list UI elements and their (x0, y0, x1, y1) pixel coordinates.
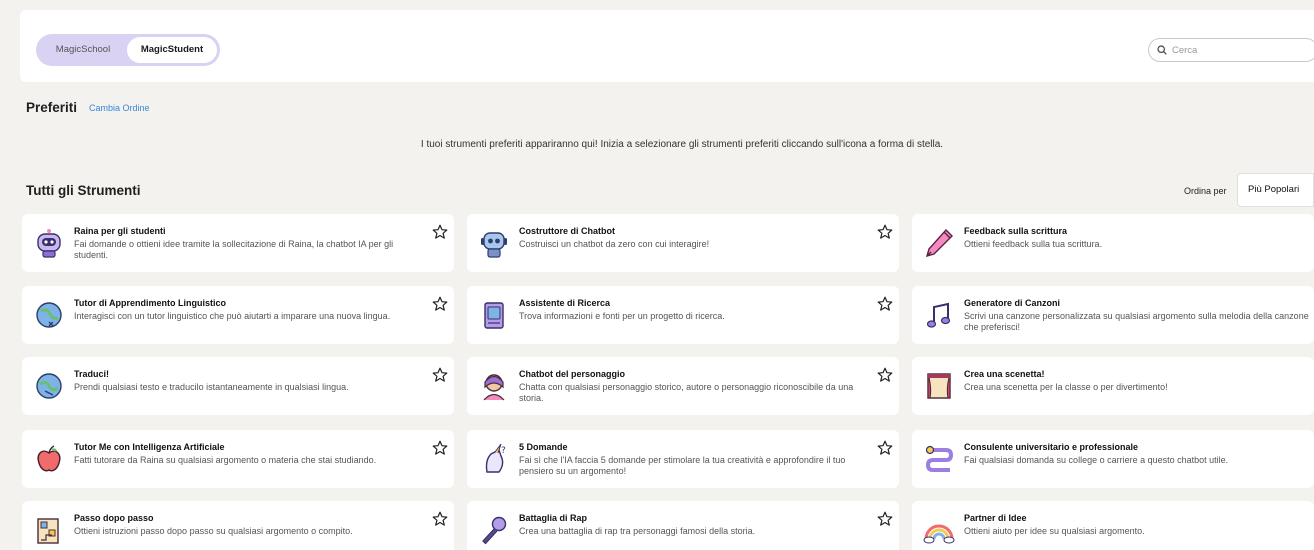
tool-card-description: Interagisci con un tutor linguistico che… (74, 311, 391, 321)
favorite-star-icon[interactable] (877, 440, 893, 456)
research-book-icon (477, 298, 511, 332)
tool-card[interactable]: Partner di Idee Ottieni aiuto per idee su… (912, 501, 1314, 550)
tool-card-description: Ottieni aiuto per idee su qualsiasi argo… (964, 526, 1145, 536)
steps-icon (32, 513, 66, 547)
tool-card[interactable]: Consulente universitario e professionale… (912, 430, 1314, 488)
tool-card-description: Scrivi una canzone personalizzata su qua… (964, 311, 1309, 332)
tool-card-title: Feedback sulla scrittura (964, 226, 1068, 236)
toggle-magicschool[interactable]: MagicSchool (39, 37, 127, 63)
tool-card-description: Ottieni feedback sulla tua scrittura. (964, 239, 1103, 249)
favorite-star-icon[interactable] (432, 296, 448, 312)
tool-card-description: Crea una battaglia di rap tra personaggi… (519, 526, 756, 536)
tool-card-title: Consulente universitario e professionale (964, 442, 1139, 452)
tool-card-description: Fai qualsiasi domanda su college o carri… (964, 455, 1229, 465)
change-order-link[interactable]: Cambia Ordine (89, 103, 150, 113)
favorites-empty-message: I tuoi strumenti preferiti appariranno q… (420, 139, 944, 150)
favorite-star-icon[interactable] (877, 367, 893, 383)
tool-card-description: Fai sì che l'IA faccia 5 domande per sti… (519, 455, 846, 476)
tool-card-title: Chatbot del personaggio (519, 369, 626, 379)
favorite-star-icon[interactable] (432, 224, 448, 240)
tool-card-description: Chatta con qualsiasi personaggio storico… (519, 382, 854, 403)
favorite-star-icon[interactable] (877, 511, 893, 527)
apple-icon (32, 442, 66, 476)
tool-card[interactable]: Traduci! Prendi qualsiasi testo e traduci… (22, 357, 454, 415)
favorite-star-icon[interactable] (877, 224, 893, 240)
favorite-star-icon[interactable] (432, 367, 448, 383)
tool-card-description: Crea una scenetta per la classe o per di… (964, 382, 1168, 392)
tool-card[interactable]: ? 5 Domande Fai sì che l'IA faccia 5 doman… (467, 430, 899, 488)
path-icon (922, 442, 956, 476)
sort-select[interactable]: Più Popolari (1237, 173, 1314, 207)
tool-card-title: 5 Domande (519, 442, 568, 452)
svg-text:?: ? (501, 446, 506, 456)
tool-card[interactable]: Assistente di Ricerca Trova informazioni … (467, 286, 899, 344)
tool-card-title: Passo dopo passo (74, 513, 154, 523)
tool-card-title: Assistente di Ricerca (519, 298, 611, 308)
all-tools-title: Tutti gli Strumenti (26, 183, 141, 198)
tool-card[interactable]: Raina per gli studenti Fai domande o otti… (22, 214, 454, 272)
sort-label: Ordina per (1184, 186, 1227, 196)
tool-card-title: Raina per gli studenti (74, 226, 166, 236)
theater-curtain-icon (922, 369, 956, 403)
tool-card-description: Fai domande o ottieni idee tramite la so… (74, 239, 394, 260)
tool-card-description: Trova informazioni e fonti per un proget… (519, 311, 725, 321)
tool-card[interactable]: Tutor Me con Intelligenza Artificiale Fat… (22, 430, 454, 488)
tool-card-description: Prendi qualsiasi testo e traducilo istan… (74, 382, 349, 392)
favorites-title: Preferiti (26, 100, 78, 115)
tool-card[interactable]: Costruttore di Chatbot Costruisci un chat… (467, 214, 899, 272)
raina-robot-icon (32, 226, 66, 260)
tool-card[interactable]: Chatbot del personaggio Chatta con qualsi… (467, 357, 899, 415)
tool-card-description: Ottieni istruzioni passo dopo passo su q… (74, 526, 353, 536)
search-icon (1157, 45, 1167, 55)
product-toggle: MagicSchool MagicStudent (36, 34, 220, 66)
favorite-star-icon[interactable] (432, 440, 448, 456)
character-icon (477, 369, 511, 403)
globe-icon (32, 298, 66, 332)
tool-card[interactable]: Battaglia di Rap Crea una battaglia di ra… (467, 501, 899, 550)
tool-card-title: Partner di Idee (964, 513, 1027, 523)
music-note-icon (922, 298, 956, 332)
tool-card-description: Costruisci un chatbot da zero con cui in… (519, 239, 710, 249)
tool-card[interactable]: Tutor di Apprendimento Linguistico Intera… (22, 286, 454, 344)
unicorn-question-icon: ? (477, 442, 511, 476)
tool-card-title: Costruttore di Chatbot (519, 226, 615, 236)
toggle-magicstudent[interactable]: MagicStudent (127, 37, 217, 63)
tool-card[interactable]: Crea una scenetta! Crea una scenetta per … (912, 357, 1314, 415)
microphone-icon (477, 513, 511, 547)
tool-card-title: Tutor di Apprendimento Linguistico (74, 298, 226, 308)
tool-card-title: Generatore di Canzoni (964, 298, 1061, 308)
rainbow-icon (922, 513, 956, 547)
globe-translate-icon (32, 369, 66, 403)
favorite-star-icon[interactable] (432, 511, 448, 527)
favorite-star-icon[interactable] (877, 296, 893, 312)
chatbot-robot-icon (477, 226, 511, 260)
tool-card-title: Traduci! (74, 369, 110, 379)
search-box[interactable] (1148, 38, 1314, 62)
tool-card-title: Crea una scenetta! (964, 369, 1045, 379)
tool-card-description: Fatti tutorare da Raina su qualsiasi arg… (74, 455, 377, 465)
tool-card-title: Battaglia di Rap (519, 513, 588, 523)
tool-card-title: Tutor Me con Intelligenza Artificiale (74, 442, 225, 452)
tool-card[interactable]: Feedback sulla scrittura Ottieni feedback… (912, 214, 1314, 272)
tool-card[interactable]: Generatore di Canzoni Scrivi una canzone … (912, 286, 1314, 344)
tool-card[interactable]: Passo dopo passo Ottieni istruzioni passo… (22, 501, 454, 550)
top-bar: MagicSchool MagicStudent (20, 10, 1314, 82)
pen-icon (922, 226, 956, 260)
search-input[interactable] (1172, 44, 1302, 56)
